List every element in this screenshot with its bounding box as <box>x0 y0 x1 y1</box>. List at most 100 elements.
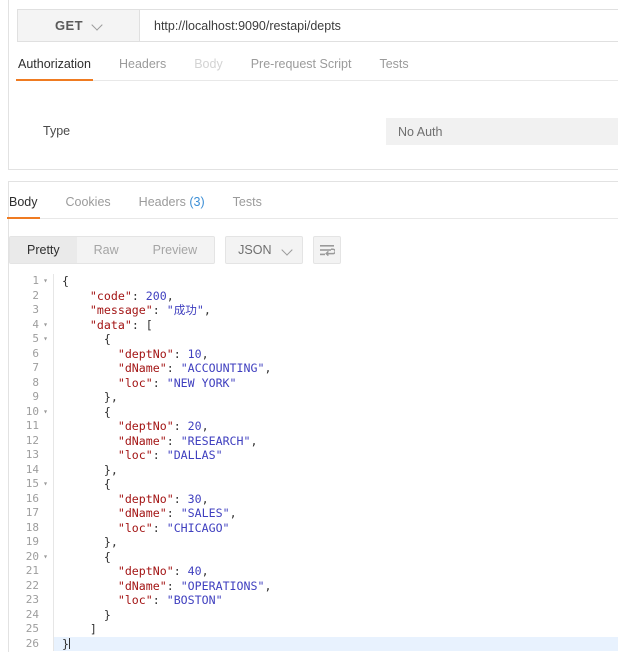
line-number-gutter: 7 <box>9 361 53 376</box>
line-number: 23 <box>25 593 39 607</box>
code-line: 13 "loc": "DALLAS" <box>9 448 618 463</box>
response-tab-headers[interactable]: Headers (3) <box>139 195 205 218</box>
request-tab-pre-request-script[interactable]: Pre-request Script <box>251 57 352 80</box>
code-line-text: "dName": "SALES", <box>117 506 237 521</box>
fold-toggle-icon[interactable]: ▾ <box>42 320 49 329</box>
code-line-text: ] <box>89 622 97 637</box>
line-number: 10 <box>25 404 39 418</box>
request-tab-headers[interactable]: Headers <box>119 57 166 80</box>
line-number: 1 <box>32 274 39 287</box>
line-number-gutter: 9 <box>9 390 53 405</box>
code-line-text: { <box>103 404 111 419</box>
line-number: 9 <box>32 390 39 404</box>
code-line: 12 "dName": "RESEARCH", <box>9 433 618 449</box>
request-tab-authorization[interactable]: Authorization <box>16 57 93 81</box>
code-line-text: "deptNo": 30, <box>117 491 209 506</box>
fold-toggle-icon[interactable]: ▾ <box>42 553 49 561</box>
tab-label: Pre-request Script <box>250 57 352 71</box>
line-number: 17 <box>25 506 39 520</box>
code-line: 2 "code": 200, <box>9 288 618 304</box>
code-line-text: }, <box>103 390 118 405</box>
request-tab-tests[interactable]: Tests <box>379 57 408 80</box>
code-line: 8 "loc": "NEW YORK" <box>9 375 618 391</box>
code-line-text: "deptNo": 10, <box>117 346 209 361</box>
tab-label: Headers <box>138 195 186 209</box>
tab-label: Body <box>194 57 223 71</box>
line-number: 25 <box>25 622 39 636</box>
fold-toggle-icon[interactable]: ▾ <box>42 407 49 416</box>
line-number: 19 <box>25 535 39 549</box>
response-tab-tests[interactable]: Tests <box>233 195 262 218</box>
http-method-selector[interactable]: GET <box>18 10 140 41</box>
line-number: 6 <box>32 346 39 360</box>
chevron-down-icon <box>93 21 102 30</box>
auth-type-select[interactable]: No Auth <box>386 118 618 145</box>
url-input[interactable]: http://localhost:9090/restapi/depts <box>140 10 618 41</box>
line-number: 21 <box>25 564 39 578</box>
view-mode-raw[interactable]: Raw <box>77 237 136 263</box>
line-number: 20 <box>25 549 39 563</box>
line-number-gutter: 1 ▾ <box>9 274 53 289</box>
code-line-text: "dName": "ACCOUNTING", <box>117 361 272 376</box>
request-tab-body: Body <box>194 57 223 80</box>
code-line: 11 "deptNo": 20, <box>9 419 618 434</box>
code-line-text: "message": "成功", <box>89 303 211 318</box>
line-number: 3 <box>32 303 39 317</box>
response-view-mode-group: Pretty Raw Preview <box>9 236 216 264</box>
auth-type-label: Type <box>43 124 71 138</box>
code-line-text: "loc": "BOSTON" <box>117 593 223 608</box>
postman-window: GET http://localhost:9090/restapi/depts … <box>0 0 618 652</box>
view-mode-pretty[interactable]: Pretty <box>10 237 77 263</box>
line-number: 24 <box>25 607 39 621</box>
line-number-gutter: 10 ▾ <box>9 404 53 420</box>
code-line: 20 ▾ { <box>9 549 618 565</box>
fold-toggle-icon[interactable]: ▾ <box>42 480 49 488</box>
code-line-text: "deptNo": 40, <box>117 564 209 579</box>
line-number-gutter: 15 ▾ <box>9 477 53 492</box>
line-number-gutter: 26 <box>9 636 53 652</box>
line-number: 2 <box>32 288 39 302</box>
response-body-code-editor[interactable]: 1 ▾{2 "code": 200, 3 "message": "成功", 4 ▾ "d… <box>9 274 618 652</box>
code-line: 24 } <box>9 607 618 623</box>
response-tab-cookies[interactable]: Cookies <box>66 195 111 218</box>
code-line-text: }, <box>103 535 118 550</box>
line-number-gutter: 23 <box>9 593 53 608</box>
response-format-select[interactable]: JSON <box>225 236 304 264</box>
line-number: 11 <box>25 419 39 433</box>
url-bar: GET http://localhost:9090/restapi/depts <box>17 9 618 42</box>
fold-toggle-icon[interactable]: ▾ <box>42 335 49 343</box>
line-number-gutter: 17 <box>9 506 53 521</box>
line-number-gutter: 18 <box>9 520 53 536</box>
line-number-gutter: 13 <box>9 448 53 463</box>
code-line: 26} <box>9 636 618 652</box>
code-line-text: { <box>103 477 111 492</box>
http-method-label: GET <box>55 18 83 33</box>
line-number-gutter: 22 <box>9 578 53 594</box>
code-line: 14 }, <box>9 462 618 478</box>
code-line: 10 ▾ { <box>9 404 618 420</box>
code-line: 3 "message": "成功", <box>9 303 618 318</box>
code-line-text: "dName": "RESEARCH", <box>117 433 258 448</box>
tab-badge: (3) <box>185 195 205 209</box>
line-number-gutter: 6 <box>9 346 53 362</box>
line-number-gutter: 5 ▾ <box>9 332 53 347</box>
code-line: 9 }, <box>9 390 618 405</box>
line-number-gutter: 4 ▾ <box>9 317 53 333</box>
view-mode-preview[interactable]: Preview <box>136 237 214 263</box>
code-line: 25 ] <box>9 622 618 637</box>
code-line-text: { <box>103 332 111 347</box>
wrap-lines-button[interactable] <box>313 236 342 264</box>
line-number: 13 <box>25 448 39 462</box>
tab-label: Body <box>9 195 38 209</box>
line-number: 5 <box>32 332 39 346</box>
response-format-label: JSON <box>238 243 272 257</box>
fold-toggle-icon[interactable]: ▾ <box>42 277 49 285</box>
code-line-text: "loc": "NEW YORK" <box>117 375 237 390</box>
line-number-gutter: 21 <box>9 564 53 579</box>
response-tab-body[interactable]: Body <box>7 195 39 219</box>
line-number-gutter: 2 <box>9 288 53 304</box>
line-number: 12 <box>25 433 39 447</box>
tab-label: Headers <box>118 57 167 71</box>
request-tabs: Authorization Headers Body Pre-request Scri… <box>16 57 618 81</box>
line-number: 7 <box>32 361 39 375</box>
